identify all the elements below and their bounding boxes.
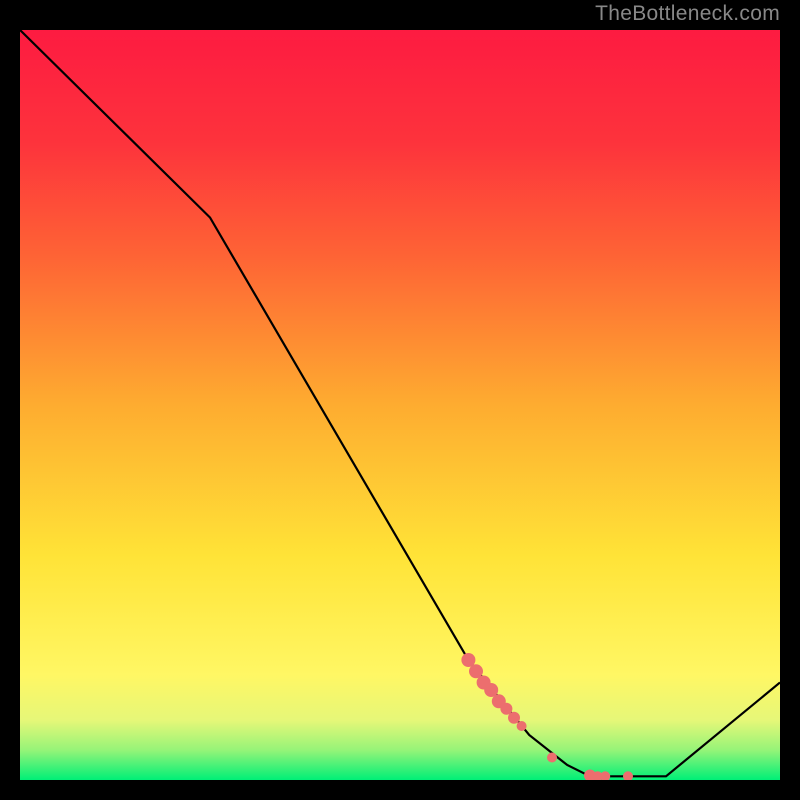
chart-svg <box>20 30 780 780</box>
highlight-point <box>517 721 527 731</box>
plot-area <box>20 30 780 780</box>
watermark-text: TheBottleneck.com <box>595 2 780 26</box>
highlight-point <box>508 712 520 724</box>
highlight-point <box>547 753 557 763</box>
chart-container: TheBottleneck.com <box>0 0 800 800</box>
